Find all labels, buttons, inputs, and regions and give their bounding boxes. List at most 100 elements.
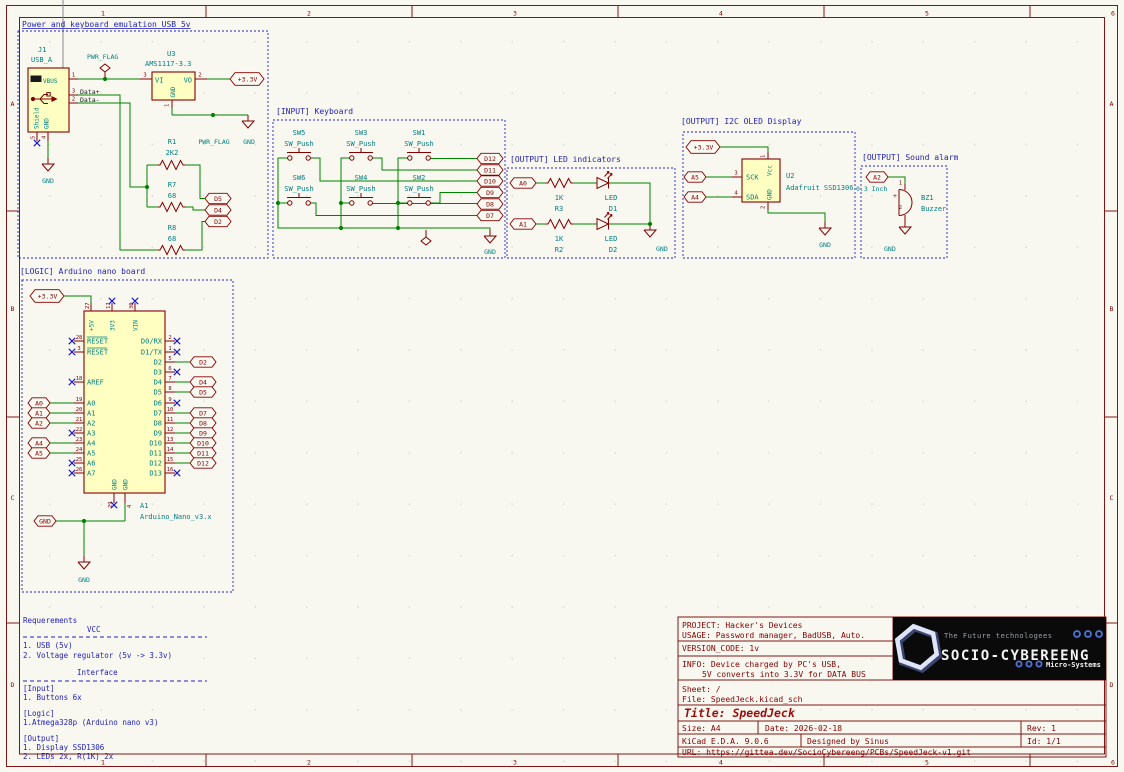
net-label-data-plus[interactable]: Data+ (80, 88, 100, 96)
global-label-d9[interactable]: D9 (190, 428, 216, 438)
value[interactable]: SW_Push (346, 185, 376, 193)
global-label-a4[interactable]: A4 (28, 438, 50, 448)
value[interactable]: LED (605, 235, 618, 243)
value[interactable]: SW_Push (284, 185, 314, 193)
requirements-notes[interactable]: Requerements VCC 1. USB (5v) 2. Voltage … (23, 616, 207, 761)
keyboard-wires[interactable] (278, 158, 490, 230)
value[interactable]: Buzzer (921, 205, 946, 213)
switch-sw2[interactable]: SW2 SW_Push (404, 174, 434, 205)
value[interactable]: SW_Push (346, 140, 376, 148)
pwr-flag-symbol[interactable]: PWR_FLAG (198, 138, 431, 245)
section-title[interactable]: [OUTPUT] LED indicators (510, 155, 621, 164)
gnd-symbol[interactable]: GND (42, 158, 54, 185)
value[interactable]: 68 (168, 192, 176, 200)
global-label-d8[interactable]: D8 (477, 199, 503, 209)
global-label-a4[interactable]: A4 (684, 192, 706, 202)
value[interactable]: Arduino_Nano_v3.x (140, 513, 212, 521)
global-label-a0[interactable]: A0 (28, 398, 50, 408)
ref[interactable]: R2 (555, 246, 563, 254)
value[interactable]: AMS1117-3.3 (145, 60, 191, 68)
global-label-d4[interactable]: D4 (205, 205, 231, 215)
schematic-editor-canvas[interactable]: 1 2 3 4 5 6 1 2 3 4 5 6 A B C D A B C D … (0, 0, 1124, 772)
section-title[interactable]: [LOGIC] Arduino nano board (20, 267, 145, 276)
net-label-data-minus[interactable]: Data- (80, 96, 100, 104)
global-label-d11[interactable]: D11 (477, 165, 503, 175)
ref[interactable]: R7 (168, 181, 176, 189)
global-label-a1[interactable]: A1 (510, 219, 536, 229)
ref[interactable]: J1 (38, 46, 46, 54)
gnd-symbol[interactable]: GND (884, 221, 911, 253)
global-label-a2[interactable]: A2 (28, 418, 50, 428)
global-label-d11[interactable]: D11 (190, 448, 216, 458)
power-label-3v3[interactable]: +3.3V (230, 73, 264, 86)
switch-sw1[interactable]: SW1 SW_Push (404, 129, 434, 160)
ref[interactable]: SW1 (413, 129, 426, 137)
gnd-symbol[interactable]: GND (78, 556, 90, 584)
ref[interactable]: SW4 (355, 174, 368, 182)
value[interactable]: 1K (555, 194, 564, 202)
global-label-d2[interactable]: D2 (205, 216, 231, 226)
section-title[interactable]: Power and keyboard emulation USB 5v (22, 20, 191, 29)
resistor-r8[interactable]: R8 68 (158, 224, 185, 255)
ref[interactable]: D1 (609, 205, 617, 213)
value[interactable]: SW_Push (404, 140, 434, 148)
gnd-symbol[interactable]: GND (242, 115, 255, 146)
resistor-r7[interactable]: R7 68 (158, 181, 185, 212)
global-label-d7[interactable]: D7 (190, 408, 216, 418)
buzzer-symbol[interactable]: 1 2 + BZ1 Buzzer (893, 181, 946, 222)
ref[interactable]: SW6 (293, 174, 306, 182)
global-label-d12[interactable]: D12 (477, 153, 503, 163)
value[interactable]: 2K2 (166, 149, 179, 157)
resistor-r3[interactable]: 1K R3 (546, 179, 573, 214)
ref[interactable]: SW5 (293, 129, 306, 137)
power-label-3v3[interactable]: +3.3V (30, 290, 64, 303)
section-title[interactable]: [OUTPUT] I2C OLED Display (681, 117, 802, 126)
global-label-a1[interactable]: A1 (28, 408, 50, 418)
switch-sw3[interactable]: SW3 SW_Push (346, 129, 376, 160)
section-title[interactable]: [INPUT] Keyboard (276, 107, 353, 116)
global-label-d2[interactable]: D2 (190, 357, 216, 367)
global-label-d10[interactable]: D10 (477, 176, 503, 186)
resistor-r1[interactable]: R1 2K2 (158, 138, 185, 170)
ref[interactable]: R8 (168, 224, 176, 232)
power-label-3v3[interactable]: +3.3V (686, 141, 720, 154)
gnd-symbol[interactable]: GND (644, 224, 668, 253)
led-d1[interactable]: LED D1 (597, 172, 617, 214)
ref[interactable]: SW3 (355, 129, 368, 137)
global-label-d5[interactable]: D5 (205, 193, 231, 203)
value[interactable]: 68 (168, 235, 176, 243)
switch-sw5[interactable]: SW5 SW_Push (284, 129, 314, 160)
global-label-d8[interactable]: D8 (190, 418, 216, 428)
ref[interactable]: BZ1 (921, 194, 934, 202)
switch-sw6[interactable]: SW6 SW_Push (284, 174, 314, 205)
ref[interactable]: D2 (609, 246, 617, 254)
value[interactable]: USB_A (31, 56, 53, 64)
resistor-r2[interactable]: 1K R2 (546, 220, 573, 255)
value[interactable]: LED (605, 194, 618, 202)
gnd-symbol[interactable]: GND (819, 222, 831, 249)
switch-sw4[interactable]: SW4 SW_Push (346, 174, 376, 205)
led-wires[interactable] (536, 183, 650, 224)
ref[interactable]: U3 (167, 50, 175, 58)
value[interactable]: 1K (555, 235, 564, 243)
gnd-symbol[interactable]: GND (484, 230, 496, 256)
global-label-d12[interactable]: D12 (190, 458, 216, 468)
led-d2[interactable]: LED D2 (597, 213, 617, 255)
global-label-d7[interactable]: D7 (477, 210, 503, 220)
global-label-d10[interactable]: D10 (190, 438, 216, 448)
ref[interactable]: SW2 (413, 174, 426, 182)
value[interactable]: Adafruit SSD1306 (786, 184, 853, 192)
ref[interactable]: U2 (786, 172, 794, 180)
section-title[interactable]: [OUTPUT] Sound alarm (862, 153, 959, 162)
pwr-flag-symbol[interactable]: PWR_FLAG (87, 53, 118, 79)
usb-connector-symbol[interactable]: J1 USB_A VBUS Shield GND 1 3 2 5 4 (28, 46, 78, 141)
global-label-a5[interactable]: A5 (684, 172, 706, 182)
ref[interactable]: R3 (555, 205, 563, 213)
global-label-d9[interactable]: D9 (477, 187, 503, 197)
regulator-symbol[interactable]: U3 AMS1117-3.3 VI VO GND 3 2 1 (140, 50, 207, 108)
global-label-d5[interactable]: D5 (190, 387, 216, 397)
oled-display-symbol[interactable]: U2 Adafruit SSD1306 SCK SDA Vcc GND 3 4 … (732, 152, 853, 210)
global-label-a2[interactable]: A2 (866, 172, 888, 182)
global-label-a0[interactable]: A0 (510, 178, 536, 188)
global-label-a5[interactable]: A5 (28, 448, 50, 458)
